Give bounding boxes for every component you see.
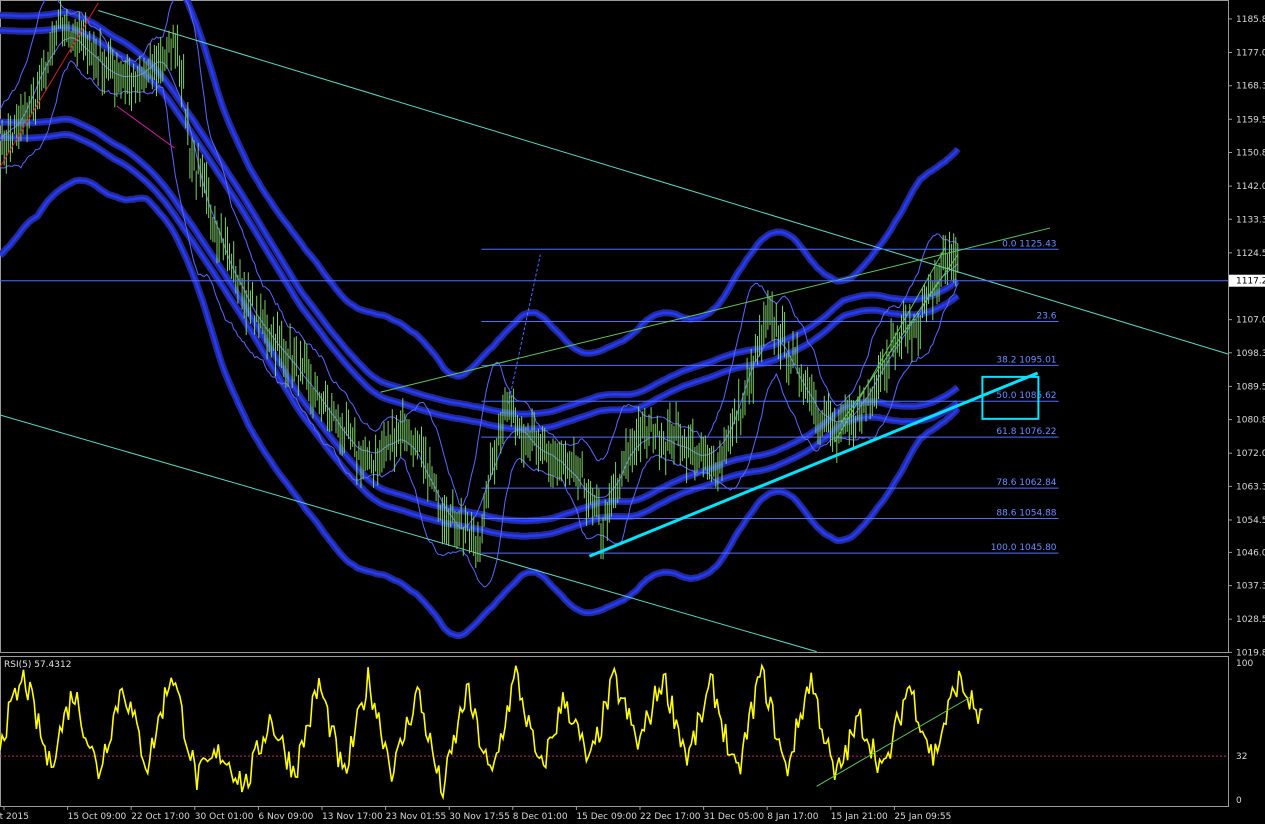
price-tick-label-4: 1150.8 [1236, 148, 1265, 158]
price-tick-label-10: 1089.5 [1236, 382, 1265, 392]
rsi-tick-label-2: 0 [1236, 796, 1242, 806]
price-tick-label-15: 1046.0 [1236, 548, 1265, 558]
time-tick-label-6: 23 Nov 01:55 [386, 812, 447, 822]
price-tick-label-3: 1159.5 [1236, 115, 1265, 125]
price-tick-label-7: 1124.5 [1236, 249, 1265, 259]
fib-level-label-0: 0.0 1125.43 [1002, 239, 1056, 249]
time-tick-label-5: 13 Nov 17:00 [322, 812, 383, 822]
time-tick-label-3: 30 Oct 01:00 [195, 812, 254, 822]
price-tick-label-14: 1054.5 [1236, 516, 1265, 526]
time-tick-label-12: 8 Jan 17:00 [767, 812, 819, 822]
price-tick-label-9: 1098.3 [1236, 349, 1265, 359]
time-tick-label-7: 30 Nov 17:55 [449, 812, 510, 822]
time-tick-label-10: 22 Dec 17:00 [640, 812, 701, 822]
rsi-title: RSI(5) 57.4312 [4, 660, 71, 670]
price-tick-label-2: 1168.3 [1236, 82, 1265, 92]
fib-level-label-2: 38.2 1095.01 [996, 355, 1056, 365]
fib-level-label-3: 50.0 1085.62 [996, 391, 1056, 401]
fib-level-label-1: 23.6 [1036, 312, 1056, 322]
fib-level-label-6: 88.6 1054.88 [996, 509, 1056, 519]
time-tick-label-8: 8 Dec 01:00 [513, 812, 568, 822]
price-tick-label-5: 1142.0 [1236, 182, 1265, 192]
time-tick-label-9: 15 Dec 09:00 [576, 812, 637, 822]
price-tick-label-17: 1028.5 [1236, 615, 1265, 625]
price-tick-label-8: 1107.0 [1236, 316, 1265, 326]
price-tick-label-18: 1019.8 [1236, 648, 1265, 658]
rsi-tick-label-0: 100 [1236, 659, 1253, 669]
fib-level-label-5: 78.6 1062.84 [996, 478, 1056, 488]
time-tick-label-0: 8 Oct 2015 [0, 812, 29, 822]
fib-level-label-4: 61.8 1076.22 [996, 427, 1056, 437]
price-tick-label-12: 1072.0 [1236, 449, 1265, 459]
chart-canvas: 0.0 1125.43 23.6 38.2 1095.01 50.0 1085.62 6… [0, 0, 1265, 824]
time-tick-label-13: 15 Jan 21:00 [831, 812, 888, 822]
time-tick-label-11: 31 Dec 05:00 [704, 812, 765, 822]
price-tick-label-16: 1037.3 [1236, 582, 1265, 592]
time-tick-label-2: 22 Oct 17:00 [131, 812, 190, 822]
price-tick-label-0: 1185.8 [1236, 15, 1265, 25]
time-tick-label-1: 15 Oct 09:00 [68, 812, 127, 822]
rsi-tick-label-1: 32 [1236, 752, 1247, 762]
price-tick-label-6: 1133.3 [1236, 215, 1265, 225]
price-tick-label-13: 1063.3 [1236, 482, 1265, 492]
time-tick-label-14: 25 Jan 09:55 [894, 812, 951, 822]
current-price-label: 1117.2 [1236, 277, 1265, 287]
price-tick-label-1: 1177.0 [1236, 49, 1265, 59]
fib-level-label-7: 100.0 1045.80 [991, 543, 1057, 553]
time-tick-label-4: 6 Nov 09:00 [258, 812, 313, 822]
price-tick-label-11: 1080.8 [1236, 416, 1265, 426]
